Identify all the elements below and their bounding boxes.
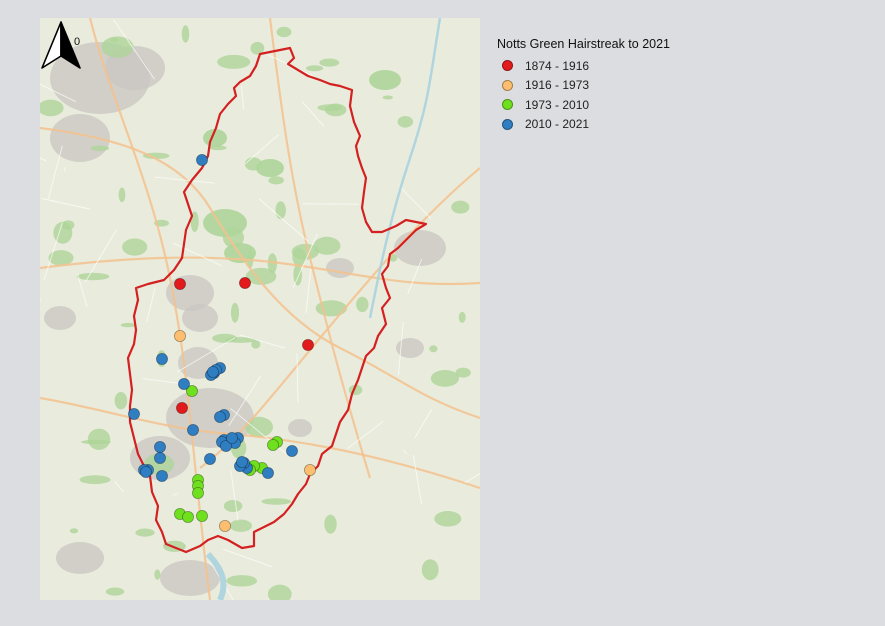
record-point-2010-2021 [206,365,219,378]
woodland-patch [421,559,439,581]
legend-label: 1874 - 1916 [525,58,590,73]
woodland-patch [306,65,324,72]
record-point-2010-2021 [140,465,153,478]
legend-label: 1973 - 2010 [525,97,590,112]
record-point-2010-2021 [156,469,169,482]
woodland-patch [430,370,459,387]
woodland-patch [154,569,161,580]
record-point-1973-2010 [266,438,279,451]
legend-item-1973-2010[interactable]: 1973 - 2010 [497,95,717,115]
record-point-1973-2010 [191,486,204,499]
urban-area [182,304,218,332]
woodland-area [256,159,284,177]
record-point-1874-1916 [238,276,251,289]
urban-area [56,542,104,574]
woodland-patch [397,116,414,128]
urban-area [326,258,354,278]
record-point-2010-2021 [195,153,208,166]
legend-item-2010-2021[interactable]: 2010 - 2021 [497,115,717,135]
record-point-1916-1973 [303,463,316,476]
woodland-patch [451,200,470,214]
record-point-2010-2021 [154,440,167,453]
record-point-2010-2021 [213,410,226,423]
record-point-2010-2021 [154,451,167,464]
legend-item-1874-1916[interactable]: 1874 - 1916 [497,56,717,76]
record-point-1874-1916 [173,277,186,290]
woodland-patch [105,587,125,596]
record-point-1874-1916 [175,401,188,414]
legend-swatch-blue [502,118,513,130]
north-arrow-icon [41,21,62,69]
woodland-patch [120,322,136,328]
record-point-1973-2010 [195,509,208,522]
woodland-patch [230,302,240,323]
legend-item-1916-1973[interactable]: 1916 - 1973 [497,76,717,96]
record-point-1916-1973 [173,329,186,342]
woodland-patch [48,250,74,266]
record-point-1916-1973 [218,519,231,532]
record-point-2010-2021 [235,455,248,468]
woodland-area [369,70,401,90]
woodland-patch [76,272,110,281]
woodland-patch [458,311,466,323]
woodland-patch [53,221,73,244]
legend: Notts Green Hairstreak to 2021 1874 - 19… [497,37,717,134]
urban-area [44,306,76,330]
record-point-2010-2021 [186,423,199,436]
legend-swatch-orange [502,79,513,91]
urban-area [394,230,446,266]
woodland-patch [118,187,126,203]
legend-title: Notts Green Hairstreak to 2021 [497,37,670,51]
woodland-patch [110,37,119,42]
woodland-patch [275,201,286,220]
map-frame[interactable]: 0 [40,18,480,600]
record-point-2010-2021 [203,452,216,465]
woodland-patch [181,25,190,43]
legend-label: 2010 - 2021 [525,117,590,132]
urban-area [160,560,220,596]
woodland-patch [276,26,292,38]
record-point-2010-2021 [156,352,169,365]
woodland-patch [229,519,252,532]
urban-area [288,419,312,437]
woodland-patch [268,176,284,185]
record-point-1973-2010 [181,510,194,523]
legend-swatch-red [502,60,513,72]
woodland-patch [382,95,394,100]
legend-label: 1916 - 1973 [525,78,590,93]
woodland-patch [90,145,110,152]
woodland-patch [223,500,243,512]
legend-swatch-green [502,99,513,111]
woodland-patch [455,367,471,378]
woodland-patch [293,263,302,286]
record-point-2010-2021 [261,466,274,479]
woodland-patch [87,428,111,450]
woodland-patch [429,345,438,353]
woodland-patch [319,58,340,67]
woodland-patch [356,296,369,313]
woodland-patch [317,104,343,112]
woodland-patch [122,238,148,256]
record-point-2010-2021 [285,444,298,457]
record-point-2010-2021 [225,431,238,444]
woodland-patch [313,236,341,255]
woodland-patch [261,498,292,505]
record-point-2010-2021 [128,407,141,420]
woodland-patch [245,416,273,438]
woodland-patch [324,514,337,534]
record-point-2010-2021 [177,377,190,390]
woodland-patch [69,528,79,534]
woodland-patch [79,475,111,485]
woodland-patch [114,392,128,410]
basemap [40,18,480,600]
record-point-1874-1916 [301,338,314,351]
north-arrow-label: 0 [74,36,81,48]
woodland-patch [434,511,462,527]
woodland-patch [217,54,251,69]
woodland-patch [226,575,258,587]
woodland-patch [135,528,155,537]
